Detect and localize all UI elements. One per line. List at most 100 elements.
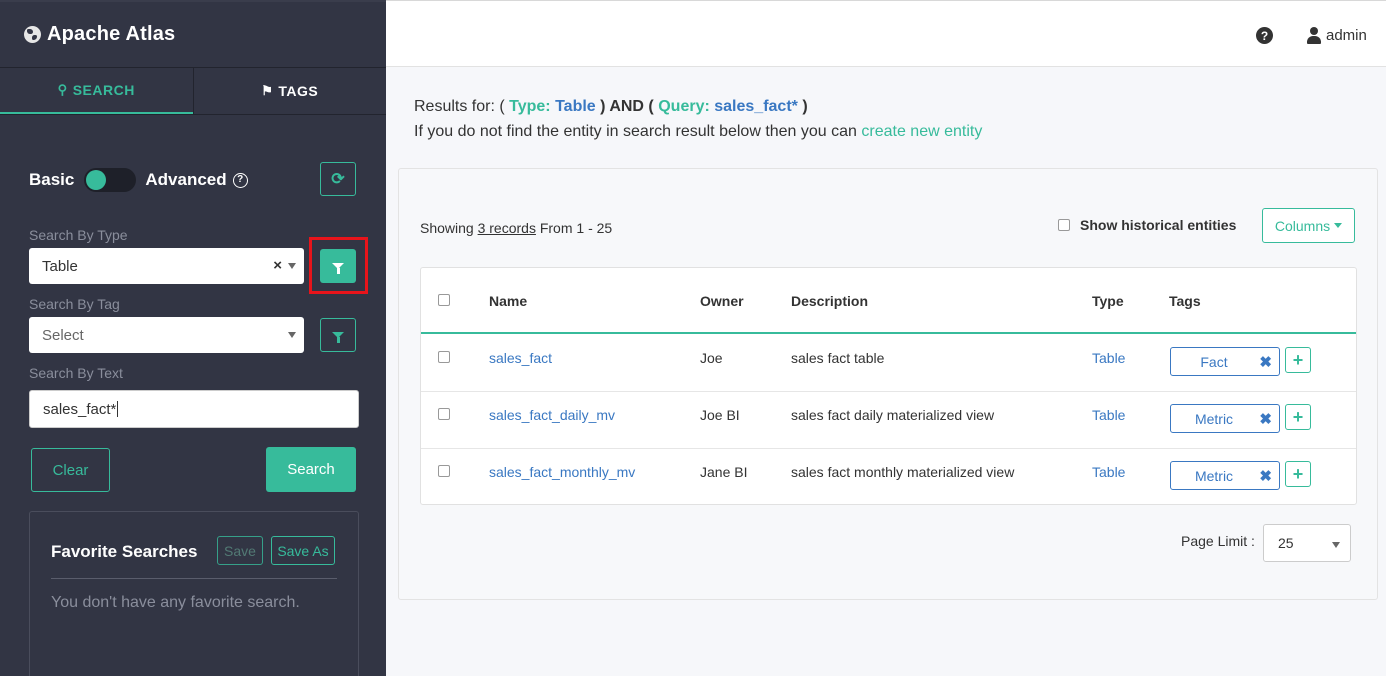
select-all-checkbox[interactable]: [438, 294, 450, 306]
entity-name-link[interactable]: sales_fact_daily_mv: [489, 407, 615, 423]
table-row: sales_fact_daily_mv Joe BI sales fact da…: [421, 392, 1356, 449]
results-type-key: Type:: [509, 98, 551, 115]
help-icon[interactable]: ?: [1256, 27, 1273, 44]
row-checkbox[interactable]: [438, 465, 450, 477]
row-checkbox[interactable]: [438, 408, 450, 420]
main-content: ? admin Results for: ( Type: Table ) AND…: [386, 0, 1386, 676]
app-title: Apache Atlas: [47, 23, 176, 45]
entity-owner: Joe BI: [700, 407, 740, 423]
save-as-button[interactable]: Save As: [271, 536, 335, 565]
tag-name: Metric: [1194, 468, 1234, 484]
historical-checkbox[interactable]: [1058, 219, 1070, 231]
search-text-input[interactable]: sales_fact*: [29, 390, 359, 428]
user-icon: [1307, 27, 1321, 44]
globe-icon: [24, 26, 41, 43]
add-tag-button[interactable]: +: [1285, 461, 1311, 487]
search-by-type-label: Search By Type: [29, 227, 128, 243]
save-button[interactable]: Save: [217, 536, 263, 565]
filter-icon: [332, 332, 344, 343]
remove-tag-icon[interactable]: ✖: [1259, 353, 1272, 371]
page-limit-value: 25: [1278, 535, 1294, 551]
header-owner[interactable]: Owner: [700, 293, 744, 309]
entity-name-link[interactable]: sales_fact: [489, 350, 552, 366]
clear-selection-icon[interactable]: ×: [273, 257, 282, 274]
showing-prefix: Showing: [420, 220, 474, 236]
tag-pill[interactable]: Fact ✖: [1170, 347, 1280, 376]
entity-type-link[interactable]: Table: [1092, 464, 1125, 480]
add-tag-button[interactable]: +: [1285, 347, 1311, 373]
hint-text: If you do not find the entity in search …: [414, 123, 857, 140]
top-bar: ? admin: [386, 1, 1386, 67]
app-brand[interactable]: Apache Atlas: [0, 2, 386, 68]
search-button[interactable]: Search: [266, 447, 356, 492]
showing-records: Showing 3 records From 1 - 25: [420, 220, 612, 236]
tag-select[interactable]: Select: [29, 317, 304, 353]
clear-button[interactable]: Clear: [31, 448, 110, 492]
tag-name: Metric: [1194, 411, 1234, 427]
username: admin: [1326, 27, 1367, 44]
type-select-value: Table: [42, 257, 78, 275]
type-select[interactable]: Table ×: [29, 248, 304, 284]
refresh-icon: ⟳: [331, 171, 345, 188]
results-type-value: Table: [555, 98, 596, 115]
tag-name: Fact: [1200, 354, 1228, 370]
tab-tags[interactable]: ⚑ TAGS: [192, 68, 387, 114]
header-name[interactable]: Name: [489, 293, 527, 309]
remove-tag-icon[interactable]: ✖: [1259, 467, 1272, 485]
tab-search[interactable]: ⚲ SEARCH: [0, 68, 193, 114]
remove-tag-icon[interactable]: ✖: [1259, 410, 1272, 428]
search-mode-toggle[interactable]: [84, 168, 137, 192]
create-entity-hint: If you do not find the entity in search …: [414, 123, 982, 141]
header-tags: Tags: [1169, 293, 1201, 309]
search-icon: ⚲: [57, 82, 68, 97]
showing-range: From 1 - 25: [539, 220, 613, 236]
entity-owner: Joe: [700, 350, 723, 366]
table-row: sales_fact_monthly_mv Jane BI sales fact…: [421, 449, 1356, 506]
search-by-tag-label: Search By Tag: [29, 296, 120, 312]
entity-owner: Jane BI: [700, 464, 748, 480]
search-by-text-label: Search By Text: [29, 365, 123, 381]
favorite-searches-title: Favorite Searches: [51, 542, 198, 561]
basic-label: Basic: [29, 170, 75, 189]
tag-filter-button[interactable]: [320, 318, 356, 352]
historical-entities-toggle[interactable]: Show historical entities: [1058, 217, 1236, 233]
entity-type-link[interactable]: Table: [1092, 350, 1125, 366]
divider: [51, 578, 337, 579]
user-menu[interactable]: admin: [1307, 27, 1367, 44]
toggle-knob: [86, 170, 107, 190]
entity-type-link[interactable]: Table: [1092, 407, 1125, 423]
sidebar-tabs: ⚲ SEARCH ⚑ TAGS: [0, 68, 386, 115]
header-description[interactable]: Description: [791, 293, 868, 309]
results-and: ) AND (: [600, 98, 654, 115]
header-type[interactable]: Type: [1092, 293, 1124, 309]
columns-label: Columns: [1274, 217, 1331, 234]
results-query-key: Query:: [658, 98, 710, 115]
chevron-down-icon: [288, 332, 296, 338]
text-cursor: [117, 401, 119, 417]
search-mode-row: Basic Advanced ? ⟳: [29, 162, 356, 198]
tag-pill[interactable]: Metric ✖: [1170, 461, 1280, 490]
tab-tags-label: TAGS: [278, 83, 319, 99]
question-circle-icon[interactable]: ?: [232, 172, 248, 188]
tags-icon: ⚑: [261, 83, 274, 98]
highlight-box: [309, 237, 368, 294]
results-suffix: ): [802, 98, 808, 115]
favorites-empty-text: You don't have any favorite search.: [51, 594, 300, 611]
chevron-down-icon: [288, 263, 296, 269]
results-prefix: Results for: (: [414, 98, 505, 115]
search-text-value: sales_fact*: [43, 400, 117, 418]
advanced-label: Advanced: [145, 170, 227, 189]
row-checkbox[interactable]: [438, 351, 450, 363]
refresh-button[interactable]: ⟳: [320, 162, 356, 196]
results-panel: Showing 3 records From 1 - 25 Show histo…: [398, 168, 1378, 600]
entity-description: sales fact monthly materialized view: [791, 464, 1015, 480]
entity-name-link[interactable]: sales_fact_monthly_mv: [489, 464, 635, 480]
tag-pill[interactable]: Metric ✖: [1170, 404, 1280, 433]
create-new-entity-link[interactable]: create new entity: [861, 123, 982, 140]
favorite-searches-panel: Favorite Searches Save Save As You don't…: [29, 511, 359, 676]
records-count: 3 records: [477, 220, 536, 236]
page-limit-select[interactable]: 25: [1263, 524, 1351, 562]
columns-button[interactable]: Columns: [1262, 208, 1355, 243]
add-tag-button[interactable]: +: [1285, 404, 1311, 430]
results-table: Name Owner Description Type Tags sales_f…: [420, 267, 1357, 505]
